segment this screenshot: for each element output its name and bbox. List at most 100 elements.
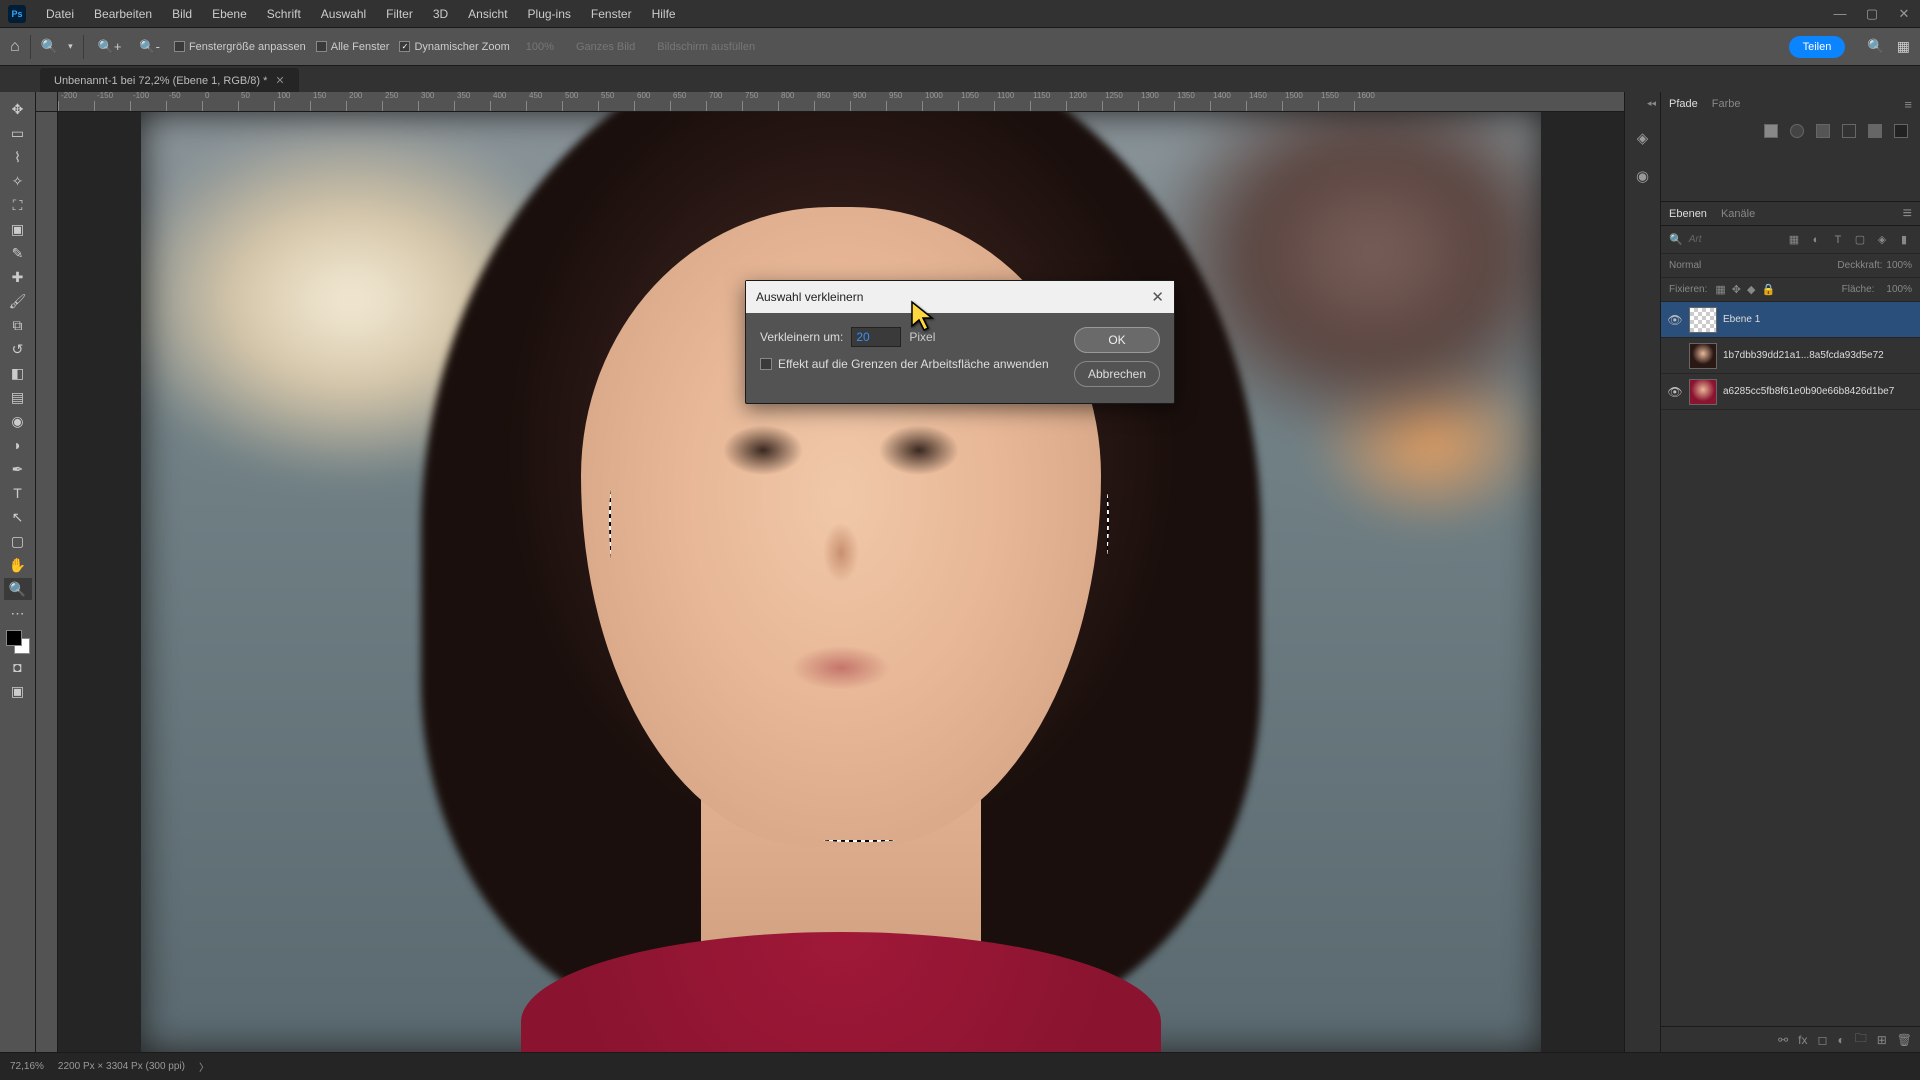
dialog-close-icon[interactable]: ✕: [1151, 288, 1164, 306]
filter-smart-icon[interactable]: ◈: [1874, 233, 1890, 246]
layer-name[interactable]: 1b7dbb39dd21a1...8a5fcda93d5e72: [1723, 350, 1884, 361]
fill-screen-button[interactable]: Bildschirm ausfüllen: [651, 41, 761, 53]
zoom-in-icon[interactable]: 🔍+: [94, 39, 126, 55]
history-brush-tool[interactable]: ↺: [4, 338, 32, 360]
share-button[interactable]: Teilen: [1789, 36, 1846, 58]
hand-tool[interactable]: ✋: [4, 554, 32, 576]
canvas-viewport[interactable]: [58, 112, 1624, 1052]
ruler-origin[interactable]: [36, 92, 58, 112]
adjustment-layer-icon[interactable]: ◐: [1837, 1033, 1844, 1047]
filter-type-icon[interactable]: T: [1830, 234, 1846, 246]
type-tool[interactable]: T: [4, 482, 32, 504]
menu-plugins[interactable]: Plug-ins: [518, 7, 581, 21]
tool-preset-caret[interactable]: ▾: [68, 41, 73, 52]
ruler-vertical[interactable]: [36, 112, 58, 1052]
menu-image[interactable]: Bild: [162, 7, 202, 21]
layer-name[interactable]: Ebene 1: [1723, 314, 1760, 325]
lock-position-icon[interactable]: ✥: [1732, 283, 1741, 296]
crop-tool[interactable]: ⛶: [4, 194, 32, 216]
document-tab[interactable]: Unbenannt-1 bei 72,2% (Ebene 1, RGB/8) *…: [40, 68, 299, 92]
foreground-color[interactable]: [6, 630, 22, 646]
contract-by-input[interactable]: [851, 327, 901, 347]
path-mask-icon[interactable]: [1842, 124, 1856, 138]
menu-3d[interactable]: 3D: [423, 7, 458, 21]
zoom-out-icon[interactable]: 🔍-: [135, 39, 164, 55]
layer-visibility-icon[interactable]: 👁: [1667, 313, 1683, 327]
path-fill-icon[interactable]: [1764, 124, 1778, 138]
tab-color[interactable]: Farbe: [1712, 98, 1741, 110]
path-select-tool[interactable]: ↖: [4, 506, 32, 528]
close-tab-icon[interactable]: ✕: [275, 74, 284, 87]
menu-select[interactable]: Auswahl: [311, 7, 376, 21]
libraries-panel-icon[interactable]: ◈: [1630, 125, 1656, 151]
menu-filter[interactable]: Filter: [376, 7, 423, 21]
brush-tool[interactable]: 🖌: [4, 290, 32, 312]
eyedropper-tool[interactable]: ✎: [4, 242, 32, 264]
path-selection-icon[interactable]: [1816, 124, 1830, 138]
status-zoom[interactable]: 72,16%: [10, 1061, 44, 1072]
layer-item[interactable]: 👁 Ebene 1: [1661, 302, 1920, 338]
filter-adjust-icon[interactable]: ◐: [1808, 234, 1824, 246]
marquee-tool[interactable]: ▭: [4, 122, 32, 144]
layer-fx-icon[interactable]: fx: [1798, 1033, 1807, 1047]
pen-tool[interactable]: ✒: [4, 458, 32, 480]
menu-file[interactable]: Datei: [36, 7, 84, 21]
minimize-icon[interactable]: —: [1832, 6, 1848, 22]
dialog-titlebar[interactable]: Auswahl verkleinern ✕: [746, 281, 1174, 313]
panel-menu-icon[interactable]: ≡: [1904, 97, 1912, 112]
layer-thumbnail[interactable]: [1689, 307, 1717, 333]
zoom-100-button[interactable]: 100%: [520, 41, 560, 53]
quick-mask-tool[interactable]: ◘: [4, 656, 32, 678]
layer-group-icon[interactable]: 🗀: [1855, 1029, 1867, 1050]
zoom-tool[interactable]: 🔍: [4, 578, 32, 600]
expand-dock-icon[interactable]: ◂◂: [1647, 98, 1656, 109]
magic-wand-tool[interactable]: ✧: [4, 170, 32, 192]
new-layer-icon[interactable]: ⊞: [1877, 1033, 1887, 1047]
layer-thumbnail[interactable]: [1689, 379, 1717, 405]
search-icon[interactable]: 🔍: [1867, 38, 1884, 55]
color-swatches[interactable]: [6, 630, 30, 654]
gradient-tool[interactable]: ▤: [4, 386, 32, 408]
menu-edit[interactable]: Bearbeiten: [84, 7, 162, 21]
opacity-value[interactable]: 100%: [1886, 260, 1912, 271]
adjustments-panel-icon[interactable]: ◉: [1630, 163, 1656, 189]
layer-visibility-icon[interactable]: 👁: [1667, 385, 1683, 399]
layer-name[interactable]: a6285cc5fb8f61e0b90e66b8426d1be7: [1723, 386, 1894, 397]
healing-tool[interactable]: ✚: [4, 266, 32, 288]
layers-menu-icon[interactable]: ≡: [1903, 205, 1912, 223]
maximize-icon[interactable]: ▢: [1864, 6, 1880, 22]
lock-all-icon[interactable]: 🔒: [1761, 283, 1775, 296]
layer-item[interactable]: 👁 a6285cc5fb8f61e0b90e66b8426d1be7: [1661, 374, 1920, 410]
all-windows-checkbox[interactable]: Alle Fenster: [316, 41, 390, 53]
lock-artboard-icon[interactable]: ◆: [1747, 283, 1755, 296]
lock-pixels-icon[interactable]: ▦: [1715, 283, 1725, 296]
home-icon[interactable]: ⌂: [10, 38, 20, 56]
ruler-horizontal[interactable]: -200-150-100-500501001502002503003504004…: [58, 92, 1624, 112]
status-dimensions[interactable]: 2200 Px × 3304 Px (300 ppi): [58, 1061, 185, 1072]
tab-channels[interactable]: Kanäle: [1721, 208, 1755, 220]
dynamic-zoom-checkbox[interactable]: ✓Dynamischer Zoom: [399, 41, 509, 53]
apply-canvas-bounds-checkbox[interactable]: Effekt auf die Grenzen der Arbeitsfläche…: [760, 357, 1060, 371]
layer-item[interactable]: 1b7dbb39dd21a1...8a5fcda93d5e72: [1661, 338, 1920, 374]
move-tool[interactable]: ✥: [4, 98, 32, 120]
eraser-tool[interactable]: ◧: [4, 362, 32, 384]
path-stroke-icon[interactable]: [1790, 124, 1804, 138]
menu-window[interactable]: Fenster: [581, 7, 642, 21]
close-icon[interactable]: ✕: [1896, 6, 1912, 22]
search-icon[interactable]: 🔍: [1669, 233, 1683, 246]
layer-filter-kind[interactable]: Art: [1689, 234, 1780, 245]
menu-type[interactable]: Schrift: [257, 7, 311, 21]
menu-view[interactable]: Ansicht: [458, 7, 517, 21]
menu-layer[interactable]: Ebene: [202, 7, 257, 21]
layer-thumbnail[interactable]: [1689, 343, 1717, 369]
delete-layer-icon[interactable]: 🗑: [1897, 1033, 1912, 1047]
blur-tool[interactable]: ◉: [4, 410, 32, 432]
fit-window-checkbox[interactable]: Fenstergröße anpassen: [174, 41, 306, 53]
ok-button[interactable]: OK: [1074, 327, 1160, 353]
workspace-icon[interactable]: ▦: [1897, 38, 1910, 55]
menu-help[interactable]: Hilfe: [642, 7, 686, 21]
layer-mask-icon[interactable]: ◻: [1817, 1033, 1827, 1047]
filter-pixel-icon[interactable]: ▦: [1786, 233, 1802, 246]
cancel-button[interactable]: Abbrechen: [1074, 361, 1160, 387]
status-caret[interactable]: 〉: [199, 1059, 209, 1074]
